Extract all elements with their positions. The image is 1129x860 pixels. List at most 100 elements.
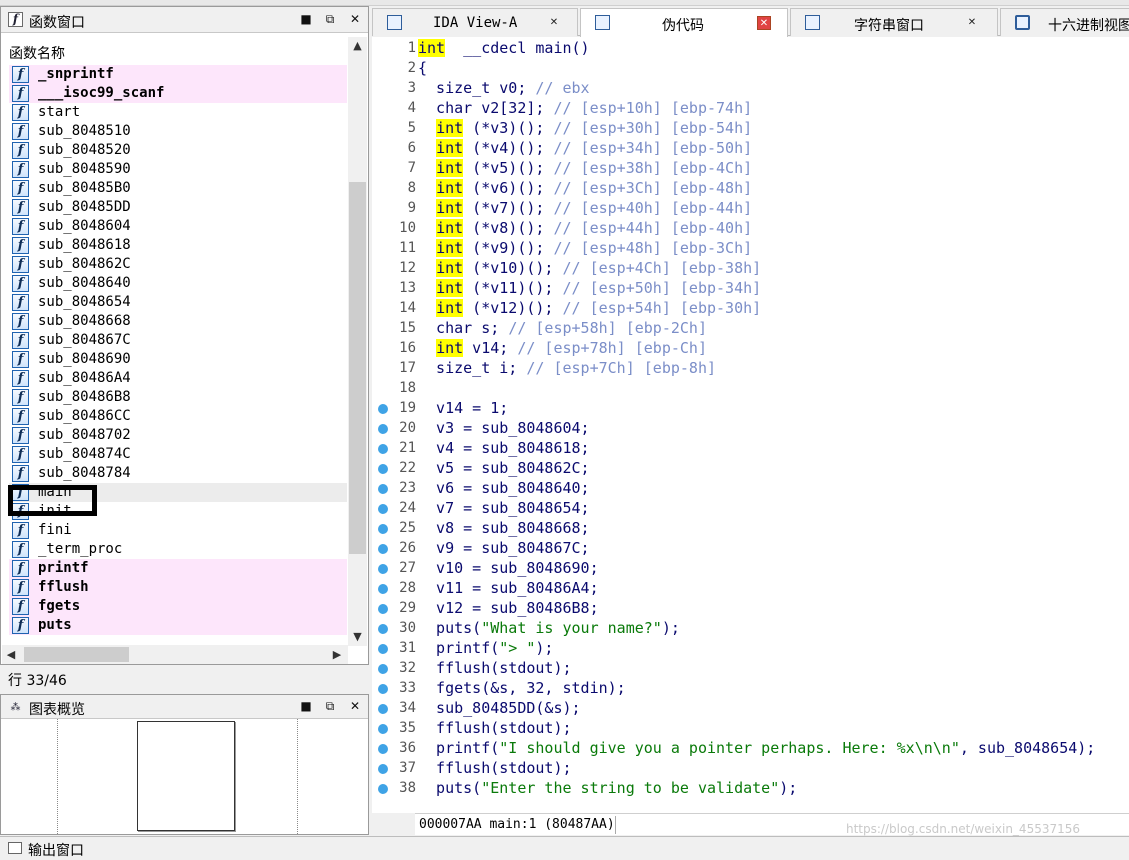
gutter-line[interactable]: 28 <box>372 578 416 598</box>
gutter-line[interactable]: 25 <box>372 518 416 538</box>
function-row-sub-8048690[interactable]: f sub_8048690 <box>9 350 347 369</box>
code-line[interactable]: int (*v3)(); // [esp+30h] [ebp-54h] <box>418 118 752 138</box>
gutter-line[interactable]: 3 <box>372 78 416 98</box>
scroll-right-icon[interactable]: ▶ <box>328 645 346 664</box>
gutter-line[interactable]: 32 <box>372 658 416 678</box>
float-icon[interactable]: ⧉ <box>322 11 338 27</box>
code-line[interactable]: int (*v10)(); // [esp+4Ch] [ebp-38h] <box>418 258 761 278</box>
gutter-line[interactable]: 8 <box>372 178 416 198</box>
code-line[interactable]: fflush(stdout); <box>418 718 571 738</box>
gutter-line[interactable]: 30 <box>372 618 416 638</box>
code-line[interactable]: v7 = sub_8048654; <box>418 498 590 518</box>
function-row-sub-8048702[interactable]: f sub_8048702 <box>9 426 347 445</box>
gutter-line[interactable]: 26 <box>372 538 416 558</box>
tab-pseudocode[interactable]: 伪代码 ✕ <box>580 8 788 37</box>
code-line[interactable]: fflush(stdout); <box>418 758 571 778</box>
code-line[interactable]: int (*v7)(); // [esp+40h] [ebp-44h] <box>418 198 752 218</box>
gutter-line[interactable]: 10 <box>372 218 416 238</box>
function-row-fflush[interactable]: f fflush <box>9 578 347 597</box>
function-row-sub-8048668[interactable]: f sub_8048668 <box>9 312 347 331</box>
gutter-line[interactable]: 15 <box>372 318 416 338</box>
code-line[interactable]: int v14; // [esp+78h] [ebp-Ch] <box>418 338 707 358</box>
code-line[interactable]: puts("What is your name?"); <box>418 618 680 638</box>
horizontal-scrollbar[interactable]: ◀ ▶ <box>2 645 348 664</box>
code-line[interactable]: int (*v5)(); // [esp+38h] [ebp-4Ch] <box>418 158 752 178</box>
code-line[interactable]: v10 = sub_8048690; <box>418 558 599 578</box>
code-line[interactable]: int __cdecl main() <box>418 38 590 58</box>
function-row-isoc99-scanf[interactable]: f ___isoc99_scanf <box>9 84 347 103</box>
gutter-line[interactable]: 22 <box>372 458 416 478</box>
gutter-line[interactable]: 29 <box>372 598 416 618</box>
gutter-line[interactable]: 31 <box>372 638 416 658</box>
function-row-sub-804867c[interactable]: f sub_804867C <box>9 331 347 350</box>
minimize-icon[interactable]: ■ <box>298 698 314 714</box>
scroll-down-icon[interactable]: ▼ <box>348 628 367 646</box>
code-line[interactable]: int (*v8)(); // [esp+44h] [ebp-40h] <box>418 218 752 238</box>
code-line[interactable]: int (*v12)(); // [esp+54h] [ebp-30h] <box>418 298 761 318</box>
code-line[interactable]: int (*v4)(); // [esp+34h] [ebp-50h] <box>418 138 752 158</box>
code-line[interactable]: v5 = sub_804862C; <box>418 458 590 478</box>
code-line[interactable]: size_t i; // [esp+7Ch] [ebp-8h] <box>418 358 716 378</box>
close-icon[interactable]: ✕ <box>347 11 363 27</box>
gutter-line[interactable]: 20 <box>372 418 416 438</box>
breakpoint-dot-icon[interactable] <box>378 404 388 414</box>
gutter-line[interactable]: 36 <box>372 738 416 758</box>
breakpoint-dot-icon[interactable] <box>378 584 388 594</box>
function-row-snprintf[interactable]: f _snprintf <box>9 65 347 84</box>
function-row-fgets[interactable]: f fgets <box>9 597 347 616</box>
gutter-line[interactable]: 24 <box>372 498 416 518</box>
code-area[interactable]: int __cdecl main(){ size_t v0; // ebx ch… <box>418 37 1129 813</box>
function-row-sub-804874c[interactable]: f sub_804874C <box>9 445 347 464</box>
pseudocode-view[interactable]: 1 2 3 4 5 6 7 8 9 10 11 12 13 14 15 16 17 18 19 20 21 22 23 24 2… <box>372 37 1129 813</box>
code-line[interactable]: v12 = sub_80486B8; <box>418 598 599 618</box>
scroll-left-icon[interactable]: ◀ <box>2 645 20 664</box>
gutter-line[interactable]: 14 <box>372 298 416 318</box>
breakpoint-dot-icon[interactable] <box>378 464 388 474</box>
gutter-line[interactable]: 6 <box>372 138 416 158</box>
gutter-line[interactable]: 34 <box>372 698 416 718</box>
hscroll-thumb[interactable] <box>24 647 129 662</box>
breakpoint-dot-icon[interactable] <box>378 724 388 734</box>
gutter-line[interactable]: 5 <box>372 118 416 138</box>
gutter-line[interactable]: 13 <box>372 278 416 298</box>
gutter-line[interactable]: 38 <box>372 778 416 798</box>
code-line[interactable]: v8 = sub_8048668; <box>418 518 590 538</box>
breakpoint-dot-icon[interactable] <box>378 544 388 554</box>
function-row-fini[interactable]: f fini <box>9 521 347 540</box>
close-tab-icon[interactable]: ✕ <box>547 16 561 30</box>
function-row-sub-8048590[interactable]: f sub_8048590 <box>9 160 347 179</box>
function-row-sub-804862c[interactable]: f sub_804862C <box>9 255 347 274</box>
graph-overview-canvas[interactable] <box>1 719 368 834</box>
function-row-start[interactable]: f start <box>9 103 347 122</box>
breakpoint-dot-icon[interactable] <box>378 424 388 434</box>
gutter-line[interactable]: 19 <box>372 398 416 418</box>
function-row-sub-8048654[interactable]: f sub_8048654 <box>9 293 347 312</box>
gutter-line[interactable]: 16 <box>372 338 416 358</box>
gutter-line[interactable]: 35 <box>372 718 416 738</box>
gutter-line[interactable]: 12 <box>372 258 416 278</box>
close-tab-icon[interactable]: ✕ <box>965 16 979 30</box>
breakpoint-dot-icon[interactable] <box>378 444 388 454</box>
close-icon[interactable]: ✕ <box>347 698 363 714</box>
code-line[interactable]: v11 = sub_80486A4; <box>418 578 599 598</box>
function-row-sub-80486cc[interactable]: f sub_80486CC <box>9 407 347 426</box>
graph-node[interactable] <box>137 721 235 831</box>
function-row-sub-8048604[interactable]: f sub_8048604 <box>9 217 347 236</box>
code-line[interactable]: char v2[32]; // [esp+10h] [ebp-74h] <box>418 98 752 118</box>
tab-hex-view[interactable]: 十六进制视图 <box>1000 8 1129 36</box>
breakpoint-dot-icon[interactable] <box>378 704 388 714</box>
function-row-sub-8048784[interactable]: f sub_8048784 <box>9 464 347 483</box>
code-line[interactable]: char s; // [esp+58h] [ebp-2Ch] <box>418 318 707 338</box>
code-line[interactable]: int (*v6)(); // [esp+3Ch] [ebp-48h] <box>418 178 752 198</box>
gutter-line[interactable]: 7 <box>372 158 416 178</box>
function-row-sub-80485b0[interactable]: f sub_80485B0 <box>9 179 347 198</box>
function-row-term-proc[interactable]: f _term_proc <box>9 540 347 559</box>
function-row-sub-8048618[interactable]: f sub_8048618 <box>9 236 347 255</box>
code-line[interactable]: int (*v11)(); // [esp+50h] [ebp-34h] <box>418 278 761 298</box>
code-line[interactable]: v14 = 1; <box>418 398 508 418</box>
breakpoint-dot-icon[interactable] <box>378 524 388 534</box>
gutter-line[interactable]: 9 <box>372 198 416 218</box>
code-line[interactable]: v3 = sub_8048604; <box>418 418 590 438</box>
minimize-icon[interactable]: ■ <box>298 11 314 27</box>
gutter-line[interactable]: 23 <box>372 478 416 498</box>
